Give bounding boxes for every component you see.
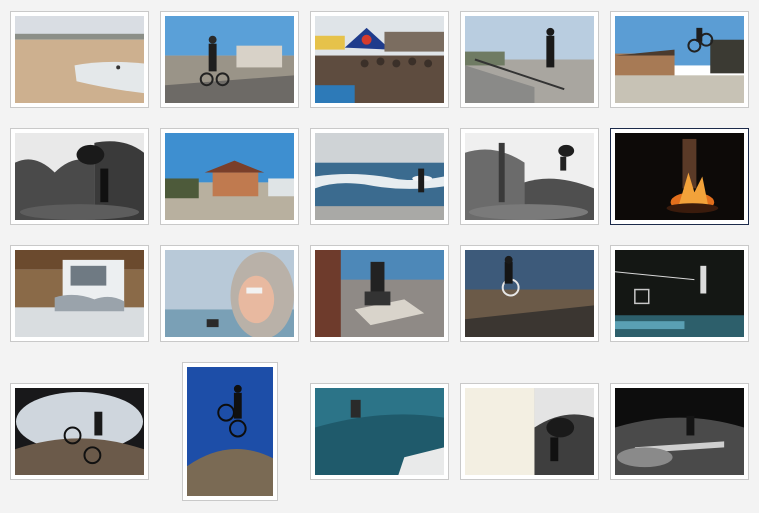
graffiti-pavilion-photo [15,250,144,337]
bmx-jump-building-photo [615,16,744,103]
person-hood-phone-photo [165,250,294,337]
photo-thumbnail-15[interactable] [610,245,749,342]
photo-thumbnail-2[interactable] [160,11,299,108]
photo-thumbnail-18[interactable] [310,383,449,480]
photo-thumbnail-10[interactable] [610,128,749,225]
photo-thumbnail-6[interactable] [10,128,149,225]
skater-rail-grind-photo [465,16,594,103]
beach-scene-photo [15,16,144,103]
bmx-ramp-sunset-photo [465,250,594,337]
photo-thumbnail-5[interactable] [610,11,749,108]
photo-thumbnail-1[interactable] [10,11,149,108]
campfire-night-photo [615,133,744,220]
photo-thumbnail-19[interactable] [460,383,599,480]
photo-thumbnail-20[interactable] [610,383,749,480]
pagoda-building-photo [165,133,294,220]
bmx-jump-blue-sky-photo [187,367,273,496]
photo-thumbnail-4[interactable] [460,11,599,108]
night-skatepark-photo [615,250,744,337]
photo-thumbnail-14[interactable] [460,245,599,342]
surfer-waves-photo [315,133,444,220]
photo-thumbnail-16[interactable] [10,383,149,480]
photo-thumbnail-12[interactable] [160,245,299,342]
photo-thumbnail-3[interactable] [310,11,449,108]
skater-trees-photo [465,133,594,220]
skater-split-frame-photo [465,388,594,475]
skater-box-photo [315,250,444,337]
rider-airborne-trees-photo [15,133,144,220]
pool-skater-photo [315,388,444,475]
bmx-fisheye-wheelie-photo [15,388,144,475]
photo-thumbnail-13[interactable] [310,245,449,342]
photo-thumbnail-8[interactable] [310,128,449,225]
photo-thumbnail-11[interactable] [10,245,149,342]
skater-night-bench-photo [615,388,744,475]
bmx-rider-street-photo [165,16,294,103]
photo-thumbnail-9[interactable] [460,128,599,225]
photo-thumbnail-17[interactable] [182,362,278,501]
photo-thumbnail-7[interactable] [160,128,299,225]
crowd-under-tent-photo [315,16,444,103]
